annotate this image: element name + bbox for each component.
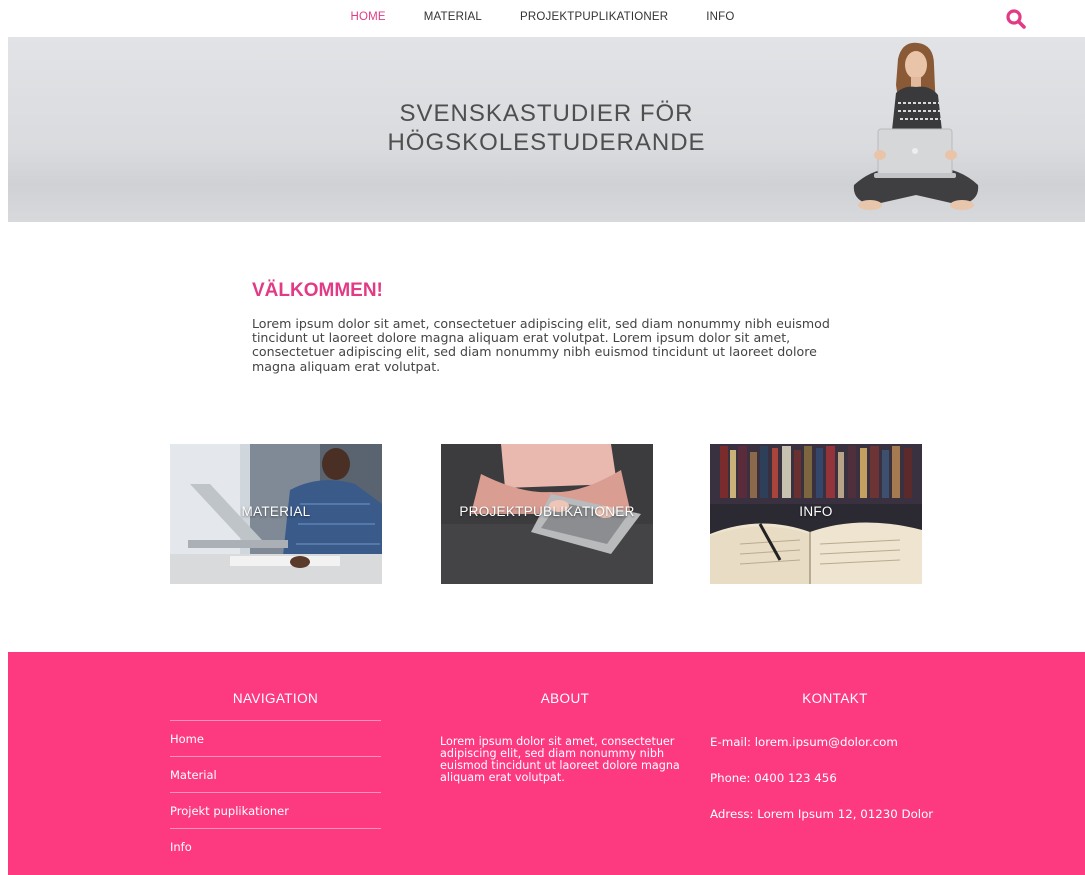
top-navigation: HOME MATERIAL PROJEKTPUPLIKATIONER INFO	[0, 0, 1085, 37]
footer-about-heading: ABOUT	[540, 691, 590, 706]
welcome-text: Lorem ipsum dolor sit amet, consectetuer…	[252, 316, 830, 374]
welcome-section: VÄLKOMMEN! Lorem ipsum dolor sit amet, c…	[252, 280, 852, 374]
nav-menu: HOME MATERIAL PROJEKTPUPLIKATIONER INFO	[0, 11, 1085, 23]
tile-projektpublikationer-label: PROJEKTPUBLIKATIONER	[459, 504, 635, 519]
footer-nav-home[interactable]: Home	[170, 720, 381, 756]
tile-info[interactable]: INFO	[710, 444, 922, 584]
footer-navigation-heading: NAVIGATION	[232, 691, 319, 706]
footer-nav-info[interactable]: Info	[170, 828, 381, 864]
footer-address: Adress: Lorem Ipsum 12, 01230 Dolor	[710, 807, 934, 821]
nav-item-home[interactable]: HOME	[350, 11, 385, 23]
footer-email: E-mail: lorem.ipsum@dolor.com	[710, 735, 898, 749]
nav-item-projektpuplikationer[interactable]: PROJEKTPUPLIKATIONER	[520, 11, 668, 23]
footer-nav-material[interactable]: Material	[170, 756, 381, 792]
footer-navigation: NAVIGATION Home Material Projekt puplika…	[170, 652, 381, 864]
tile-material[interactable]: MATERIAL	[170, 444, 382, 584]
search-button[interactable]	[1005, 8, 1027, 30]
tile-info-label: INFO	[799, 504, 833, 519]
nav-item-material[interactable]: MATERIAL	[424, 11, 482, 23]
hero-woman-laptop-photo	[853, 42, 979, 210]
tile-material-label: MATERIAL	[241, 504, 311, 519]
footer-kontakt-heading: KONTAKT	[802, 691, 868, 706]
welcome-heading: VÄLKOMMEN!	[252, 280, 383, 301]
hero-banner: SVENSKASTUDIER FÖR HÖGSKOLESTUDERANDE	[8, 37, 1085, 222]
footer-kontakt: KONTAKT E-mail: lorem.ipsum@dolor.com Ph…	[710, 652, 960, 844]
footer: NAVIGATION Home Material Projekt puplika…	[8, 652, 1085, 875]
footer-about-text: Lorem ipsum dolor sit amet, consectetuer…	[440, 735, 680, 784]
footer-about: ABOUT Lorem ipsum dolor sit amet, consec…	[440, 652, 690, 784]
footer-nav-list: Home Material Projekt puplikationer Info	[170, 720, 381, 864]
footer-nav-projekt-puplikationer[interactable]: Projekt puplikationer	[170, 792, 381, 828]
tile-projektpublikationer[interactable]: PROJEKTPUBLIKATIONER	[441, 444, 653, 584]
footer-phone: Phone: 0400 123 456	[710, 771, 837, 785]
nav-item-info[interactable]: INFO	[706, 11, 734, 23]
search-icon	[1006, 9, 1026, 29]
